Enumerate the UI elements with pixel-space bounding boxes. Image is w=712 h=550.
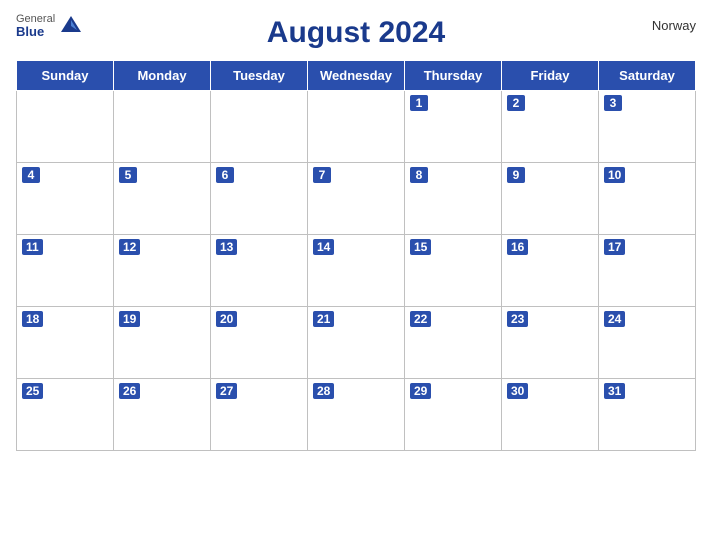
day-number: 14 <box>313 239 334 255</box>
day-number: 16 <box>507 239 528 255</box>
day-number: 26 <box>119 383 140 399</box>
logo-icon <box>57 12 85 40</box>
calendar-title: August 2024 <box>267 16 445 50</box>
calendar-tbody: 1234567891011121314151617181920212223242… <box>17 91 696 451</box>
calendar-cell: 9 <box>502 163 599 235</box>
country-label: Norway <box>652 18 696 33</box>
calendar-cell <box>17 91 114 163</box>
calendar-cell: 18 <box>17 307 114 379</box>
day-number: 22 <box>410 311 431 327</box>
calendar-cell: 11 <box>17 235 114 307</box>
calendar-cell: 26 <box>114 379 211 451</box>
calendar-cell: 31 <box>599 379 696 451</box>
day-number: 11 <box>22 239 43 255</box>
calendar-cell: 27 <box>211 379 308 451</box>
day-number: 23 <box>507 311 528 327</box>
calendar-cell <box>308 91 405 163</box>
day-number: 7 <box>313 167 331 183</box>
logo-blue: Blue <box>16 25 55 39</box>
day-number: 27 <box>216 383 237 399</box>
calendar-wrapper: General Blue August 2024 Norway SundayMo… <box>0 0 712 550</box>
calendar-cell: 30 <box>502 379 599 451</box>
week-row-2: 11 12 13 14 15 16 17 <box>17 235 696 307</box>
day-number: 29 <box>410 383 431 399</box>
week-row-1: 4 5 6 7 8 9 10 <box>17 163 696 235</box>
weekday-header-wednesday: Wednesday <box>308 61 405 91</box>
calendar-cell: 1 <box>405 91 502 163</box>
day-number: 8 <box>410 167 428 183</box>
day-number: 2 <box>507 95 525 111</box>
calendar-cell: 23 <box>502 307 599 379</box>
week-row-0: 1 2 3 <box>17 91 696 163</box>
calendar-cell: 2 <box>502 91 599 163</box>
day-number: 3 <box>604 95 622 111</box>
day-number: 9 <box>507 167 525 183</box>
day-number: 17 <box>604 239 625 255</box>
day-number: 21 <box>313 311 334 327</box>
calendar-cell: 14 <box>308 235 405 307</box>
calendar-cell: 5 <box>114 163 211 235</box>
day-number: 28 <box>313 383 334 399</box>
calendar-thead: SundayMondayTuesdayWednesdayThursdayFrid… <box>17 61 696 91</box>
weekday-header-monday: Monday <box>114 61 211 91</box>
calendar-cell: 10 <box>599 163 696 235</box>
day-number: 5 <box>119 167 137 183</box>
day-number: 18 <box>22 311 43 327</box>
day-number: 4 <box>22 167 40 183</box>
day-number: 31 <box>604 383 625 399</box>
calendar-table: SundayMondayTuesdayWednesdayThursdayFrid… <box>16 60 696 451</box>
day-number: 24 <box>604 311 625 327</box>
day-number: 15 <box>410 239 431 255</box>
day-number: 30 <box>507 383 528 399</box>
weekday-header-saturday: Saturday <box>599 61 696 91</box>
calendar-cell: 3 <box>599 91 696 163</box>
day-number: 20 <box>216 311 237 327</box>
calendar-cell: 12 <box>114 235 211 307</box>
weekday-header-thursday: Thursday <box>405 61 502 91</box>
calendar-cell: 15 <box>405 235 502 307</box>
day-number: 1 <box>410 95 428 111</box>
week-row-4: 25 26 27 28 29 30 31 <box>17 379 696 451</box>
calendar-cell: 13 <box>211 235 308 307</box>
calendar-cell: 4 <box>17 163 114 235</box>
calendar-cell: 28 <box>308 379 405 451</box>
calendar-cell: 20 <box>211 307 308 379</box>
weekday-header-sunday: Sunday <box>17 61 114 91</box>
calendar-cell: 24 <box>599 307 696 379</box>
week-row-3: 18 19 20 21 22 23 24 <box>17 307 696 379</box>
day-number: 13 <box>216 239 237 255</box>
calendar-cell: 16 <box>502 235 599 307</box>
calendar-cell: 21 <box>308 307 405 379</box>
calendar-cell <box>211 91 308 163</box>
day-number: 19 <box>119 311 140 327</box>
day-number: 12 <box>119 239 140 255</box>
calendar-cell: 19 <box>114 307 211 379</box>
calendar-cell: 17 <box>599 235 696 307</box>
day-number: 25 <box>22 383 43 399</box>
calendar-cell <box>114 91 211 163</box>
day-number: 10 <box>604 167 625 183</box>
weekday-header-tuesday: Tuesday <box>211 61 308 91</box>
calendar-cell: 25 <box>17 379 114 451</box>
calendar-cell: 6 <box>211 163 308 235</box>
calendar-cell: 7 <box>308 163 405 235</box>
calendar-header: General Blue August 2024 Norway <box>16 10 696 54</box>
weekday-header-row: SundayMondayTuesdayWednesdayThursdayFrid… <box>17 61 696 91</box>
calendar-cell: 29 <box>405 379 502 451</box>
day-number: 6 <box>216 167 234 183</box>
calendar-cell: 22 <box>405 307 502 379</box>
logo-text: General Blue <box>16 13 55 39</box>
weekday-header-friday: Friday <box>502 61 599 91</box>
calendar-cell: 8 <box>405 163 502 235</box>
logo: General Blue <box>16 12 85 40</box>
